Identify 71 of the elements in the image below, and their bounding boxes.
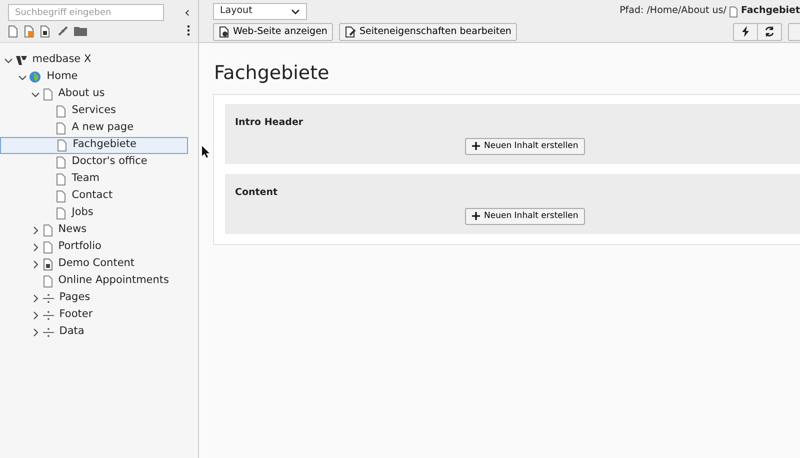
separator-icon xyxy=(42,292,54,304)
page-icon[interactable] xyxy=(24,24,34,38)
separator-icon xyxy=(42,310,54,321)
plus-icon xyxy=(472,142,480,150)
section-title: Content xyxy=(235,186,278,200)
tree-item[interactable]: Team xyxy=(0,170,188,188)
tree-item[interactable]: Contact xyxy=(0,188,188,205)
tree-item[interactable]: Jobs xyxy=(0,204,188,222)
page-edit-icon xyxy=(345,26,356,38)
page-icon xyxy=(729,6,738,18)
page-icon xyxy=(56,206,66,220)
content-page-icon xyxy=(42,258,53,271)
collapse-toggle-icon[interactable] xyxy=(31,242,40,252)
new-page-icon[interactable] xyxy=(8,24,18,38)
tree-item[interactable]: About us xyxy=(0,86,188,103)
breadcrumb-path: Pfad: /Home/About us/ xyxy=(620,4,726,18)
view-page-button[interactable]: Web-Seite anzeigen xyxy=(213,22,334,41)
new-content-button[interactable]: Neuen Inhalt erstellen xyxy=(465,138,586,155)
tree-item[interactable]: medbase X xyxy=(0,52,188,69)
reload-button[interactable] xyxy=(758,22,782,41)
breadcrumb-current: Fachgebiet xyxy=(740,4,800,18)
globe-icon xyxy=(29,71,42,84)
tree-item[interactable]: Online Appointments xyxy=(0,272,188,290)
page-icon xyxy=(42,274,53,288)
page-icon xyxy=(42,88,53,101)
site-logo-icon xyxy=(16,54,27,66)
layout-select[interactable]: Layout xyxy=(213,3,307,20)
tree-item[interactable]: A new page xyxy=(0,120,188,137)
tree-item[interactable]: Data xyxy=(0,324,188,341)
new-content-button[interactable]: Neuen Inhalt erstellen xyxy=(465,208,586,225)
page-icon xyxy=(56,104,66,118)
page-icon xyxy=(57,138,68,152)
page-icon xyxy=(42,224,53,237)
tree-item[interactable]: Pages xyxy=(0,290,188,307)
page-icon xyxy=(56,172,66,186)
collapse-toggle-icon[interactable] xyxy=(31,226,40,235)
page-icon xyxy=(42,240,53,254)
tree-item[interactable]: Home xyxy=(0,68,188,86)
tree-item[interactable]: Footer xyxy=(0,306,188,324)
tree-item[interactable]: Fachgebiete xyxy=(0,136,188,154)
folder-icon[interactable] xyxy=(74,26,87,36)
lightning-icon xyxy=(742,26,749,38)
refresh-icon xyxy=(764,26,775,38)
tree-item[interactable]: Portfolio xyxy=(0,238,188,256)
page-icon xyxy=(56,190,66,203)
more-icon[interactable] xyxy=(187,25,190,36)
page-icon xyxy=(56,122,66,135)
tree-item[interactable]: News xyxy=(0,222,188,239)
collapse-button[interactable]: ‹ xyxy=(184,6,190,20)
expand-toggle-icon[interactable] xyxy=(4,56,13,65)
caret-icon xyxy=(291,8,300,14)
section-title: Intro Header xyxy=(235,116,304,130)
separator-icon xyxy=(42,326,54,338)
plus-icon xyxy=(472,212,480,220)
clear-cache-button[interactable] xyxy=(733,22,758,41)
tree-item[interactable]: Services xyxy=(0,102,188,120)
page-view-icon xyxy=(219,26,230,38)
tree-item[interactable]: Doctor's office xyxy=(0,154,188,171)
page-title: Fachgebiete xyxy=(214,61,330,86)
expand-toggle-icon[interactable] xyxy=(31,90,40,99)
collapse-toggle-icon[interactable] xyxy=(31,260,40,269)
search-field[interactable]: Suchbegriff eingeben xyxy=(8,4,164,21)
page-icon xyxy=(56,156,66,169)
mouse-pointer-icon xyxy=(202,146,210,158)
collapse-toggle-icon[interactable] xyxy=(31,328,40,337)
expand-toggle-icon[interactable] xyxy=(18,72,26,82)
content-page-icon[interactable] xyxy=(40,24,51,38)
tree-item[interactable]: Demo Content xyxy=(0,256,188,273)
collapse-toggle-icon[interactable] xyxy=(31,294,40,303)
collapse-toggle-icon[interactable] xyxy=(31,310,40,320)
edit-page-properties-button[interactable]: Seiteneigenschaften bearbeiten xyxy=(339,22,518,41)
